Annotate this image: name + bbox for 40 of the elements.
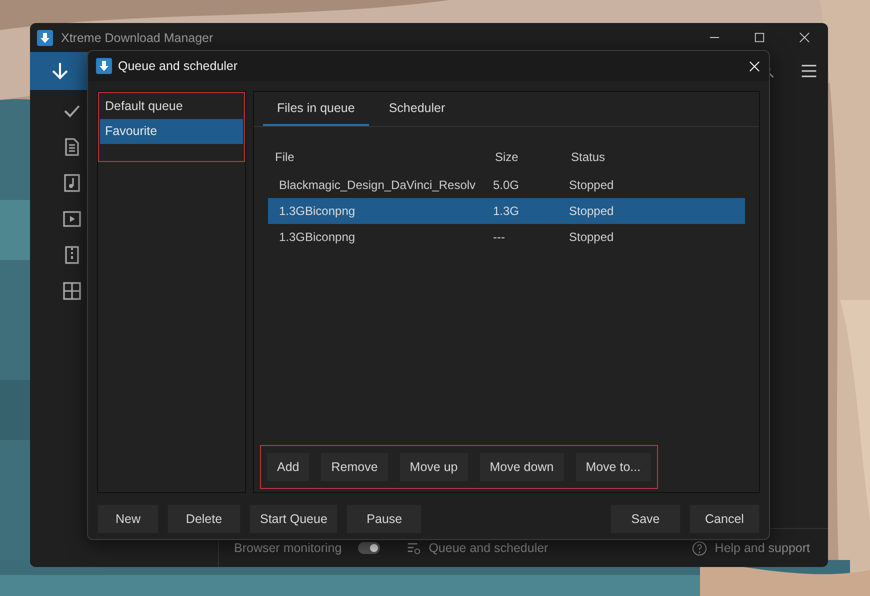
table-row[interactable]: 1.3GBiconpng --- Stopped <box>268 224 745 250</box>
queue-item[interactable]: Favourite <box>100 119 243 144</box>
dialog-title: Queue and scheduler <box>118 59 238 73</box>
app-icon <box>96 58 112 74</box>
help-icon <box>692 540 707 556</box>
document-icon <box>62 137 82 157</box>
file-action-button[interactable]: Add <box>266 452 310 482</box>
maximize-icon[interactable] <box>754 32 765 43</box>
dialog-button[interactable]: Save <box>610 504 681 534</box>
queue-icon <box>406 540 421 556</box>
table-row[interactable]: Blackmagic_Design_DaVinci_Resolv 5.0G Stopped <box>268 172 745 198</box>
video-icon <box>62 209 82 229</box>
tab[interactable]: Scheduler <box>374 92 460 126</box>
toggle-switch[interactable] <box>358 542 380 554</box>
queue-item[interactable]: Default queue <box>100 94 243 119</box>
dialog-button[interactable]: Cancel <box>689 504 760 534</box>
queue-button[interactable]: Delete <box>167 504 241 534</box>
queue-button[interactable]: Pause <box>346 504 422 534</box>
file-action-button[interactable]: Remove <box>320 452 389 482</box>
column-header: Status <box>570 150 606 164</box>
browser-monitoring-label: Browser monitoring <box>234 541 342 555</box>
menu-icon[interactable] <box>800 62 818 80</box>
table-row[interactable]: 1.3GBiconpng 1.3G Stopped <box>268 198 745 224</box>
window-title: Xtreme Download Manager <box>61 30 214 44</box>
music-icon <box>62 173 82 193</box>
queue-button[interactable]: New <box>97 504 159 534</box>
close-icon[interactable] <box>799 32 810 43</box>
archive-icon <box>62 245 82 265</box>
file-action-button[interactable]: Move up <box>398 452 469 482</box>
column-header: Size <box>494 150 520 164</box>
tab[interactable]: Files in queue <box>263 92 369 126</box>
help-link[interactable]: Help and support <box>714 541 810 555</box>
column-header: File <box>274 150 296 164</box>
app-icon <box>37 30 53 46</box>
download-icon <box>50 61 70 81</box>
queue-button[interactable]: Start Queue <box>249 504 338 534</box>
queue-scheduler-link[interactable]: Queue and scheduler <box>428 541 548 555</box>
file-action-button[interactable]: Move to... <box>574 452 652 482</box>
grid-icon <box>62 281 82 301</box>
file-action-button[interactable]: Move down <box>478 452 565 482</box>
